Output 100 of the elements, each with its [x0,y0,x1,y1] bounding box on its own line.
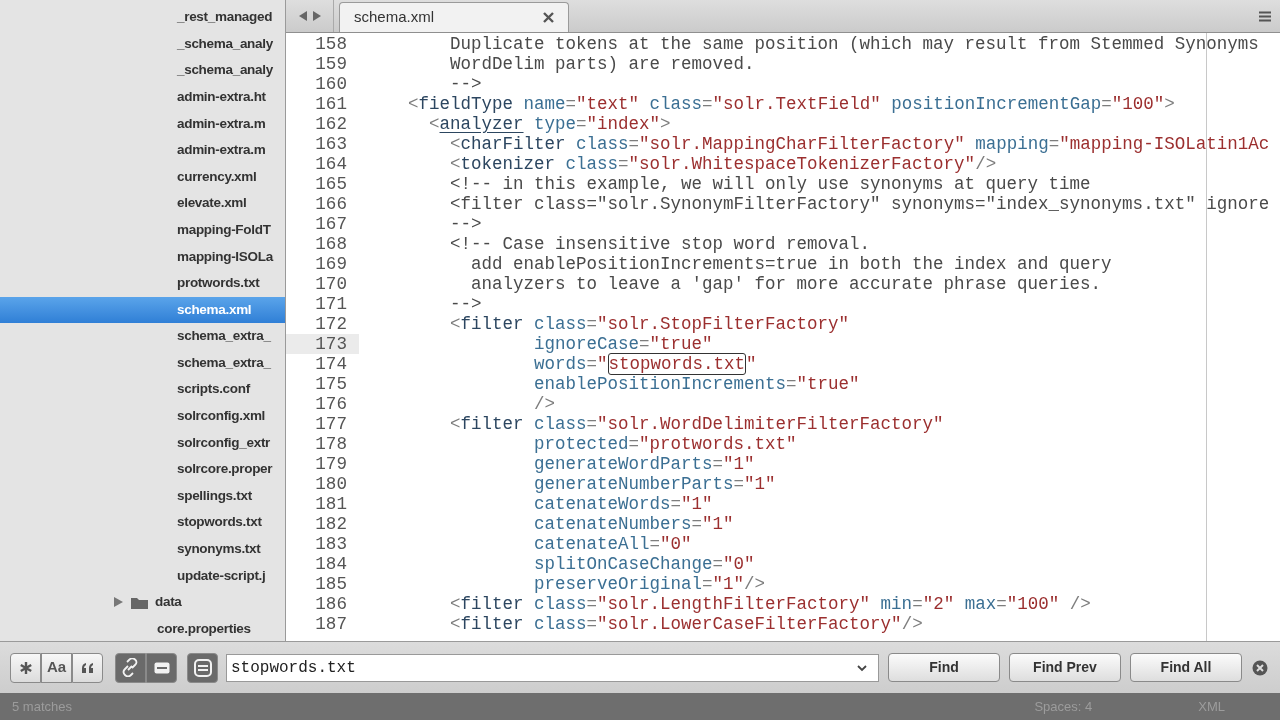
code-line: --> [449,214,482,234]
disclosure-triangle-icon[interactable] [113,596,123,609]
code-line: add enablePositionIncrements=true in both the index and query [470,254,1112,274]
caret-icon[interactable] [857,664,867,672]
code-line: splitOnCaseChange="0" [533,554,755,574]
file-item[interactable]: admin-extra.ht [0,83,285,111]
code-line: analyzers to leave a 'gap' for more accurate phrase queries. [470,274,1102,294]
line-number: 165 [315,174,347,194]
file-item[interactable]: elevate.xml [0,190,285,217]
code-line: catenateWords="1" [533,494,713,514]
line-number: 162 [315,114,347,134]
file-item[interactable]: mapping-FoldT [0,216,285,244]
code-line: generateWordParts="1" [533,454,755,474]
file-item[interactable]: admin-extra.m [0,110,285,137]
file-item[interactable]: _schema_analy [0,30,285,58]
line-number: 166 [315,194,347,214]
line-number: 182 [315,514,347,534]
line-number: 175 [315,374,347,394]
code-line: protected="protwords.txt" [533,434,797,454]
asterisk-icon [18,660,33,675]
code-line: <filter class="solr.LowerCaseFilterFactory"/> [449,614,923,634]
line-number: 170 [315,274,347,294]
code-line: <fieldType name="text" class="solr.TextField" positionIncrementGap="100"> [407,94,1175,114]
line-number: 158 [315,34,347,54]
line-number: 168 [315,234,347,254]
highlight-toggle[interactable] [187,652,218,683]
file-item[interactable]: solrconfig_extr [0,429,285,457]
code-line: <filter class="solr.LengthFilterFactory" min="2" max="100" /> [449,594,1091,614]
file-item[interactable]: stopwords.txt [0,509,285,536]
code-line: <filter class="solr.SynonymFilterFactory" synonyms="index_synonyms.txt" ignore [449,194,1270,214]
line-number: 178 [315,434,347,454]
line-number: 177 [315,414,347,434]
line-number: 160 [315,74,347,94]
line-number: 174 [315,354,347,374]
line-number: 161 [315,94,347,114]
file-item[interactable]: update-script.j [0,562,285,590]
close-icon[interactable] [1252,659,1268,676]
code-line: catenateNumbers="1" [533,514,734,534]
wrap-toggle[interactable] [115,652,146,683]
word-toggle[interactable] [72,652,103,683]
code-line: generateNumberParts="1" [533,474,776,494]
line-number: 176 [315,394,347,414]
code-line: <tokenizer class="solr.WhitespaceTokenizerFactory"/> [449,154,997,174]
code-line: Duplicate tokens at the same position (which may result from Stemmed Synonyms [449,34,1259,54]
folder-icon [131,595,148,610]
code-line: ignoreCase="true" [533,334,713,354]
forward-arrow-icon[interactable] [311,10,322,22]
code-line: --> [449,294,482,314]
file-item[interactable]: schema_extra_ [0,323,285,350]
code-line: <analyzer type="index"> [428,114,671,134]
code-line: <filter class="solr.WordDelimiterFilterFactory" [449,414,944,434]
line-number: 163 [315,134,347,154]
code-line: --> [449,74,482,94]
line-number: 186 [315,594,347,614]
find-button[interactable]: Find Prev [1009,653,1121,682]
minus-icon [153,661,170,674]
file-item[interactable]: mapping-ISOLa [0,243,285,270]
line-number: 169 [315,254,347,274]
file-item[interactable]: core.properties [157,618,251,640]
line-number: 167 [315,214,347,234]
line-number: 184 [315,554,347,574]
file-item[interactable]: protwords.txt [0,269,285,297]
file-item[interactable]: solrconfig.xml [0,402,285,430]
link-icon [122,658,139,677]
file-item[interactable]: _rest_managed [0,4,285,31]
find-button[interactable]: Find [888,653,1000,682]
file-item[interactable]: scripts.conf [0,376,285,403]
menu-icon[interactable] [1259,11,1271,22]
case-toggle[interactable]: Aa [41,652,72,683]
quote-icon [81,661,94,674]
line-number: 185 [315,574,347,594]
file-item[interactable]: schema_extra_ [0,349,285,377]
file-item[interactable]: _schema_analy [0,57,285,84]
regex-toggle[interactable] [10,652,41,683]
line-number: 187 [315,614,347,634]
line-number: 171 [315,294,347,314]
line-number: 164 [315,154,347,174]
file-tab[interactable]: schema.xml [339,2,569,32]
find-field[interactable]: stopwords.txt [226,653,879,682]
file-item[interactable]: currency.xml [0,163,285,191]
file-item[interactable]: spellings.txt [0,482,285,510]
selection-toggle[interactable] [146,652,177,683]
folder-item[interactable]: data [155,592,182,613]
file-item[interactable]: admin-extra.m [0,136,285,164]
line-number: 172 [315,314,347,334]
code-line: <charFilter class="solr.MappingCharFilterFactory" mapping="mapping-ISOLatin1Ac [449,134,1270,154]
code-line: words="stopwords.txt" [533,354,757,374]
code-line: /> [533,394,556,414]
highlight-icon [193,658,212,677]
code-line: <!-- Case insensitive stop word removal. [449,234,871,254]
line-number: 180 [315,474,347,494]
code-line: enablePositionIncrements="true" [533,374,860,394]
find-button[interactable]: Find All [1130,653,1242,682]
back-arrow-icon[interactable] [297,10,308,22]
code-line: preserveOriginal="1"/> [533,574,766,594]
line-number: 173 [315,334,347,354]
file-item[interactable]: synonyms.txt [0,535,285,563]
close-icon[interactable] [543,12,554,23]
code-line: WordDelim parts) are removed. [449,54,755,74]
file-item[interactable]: solrcore.proper [0,456,285,483]
